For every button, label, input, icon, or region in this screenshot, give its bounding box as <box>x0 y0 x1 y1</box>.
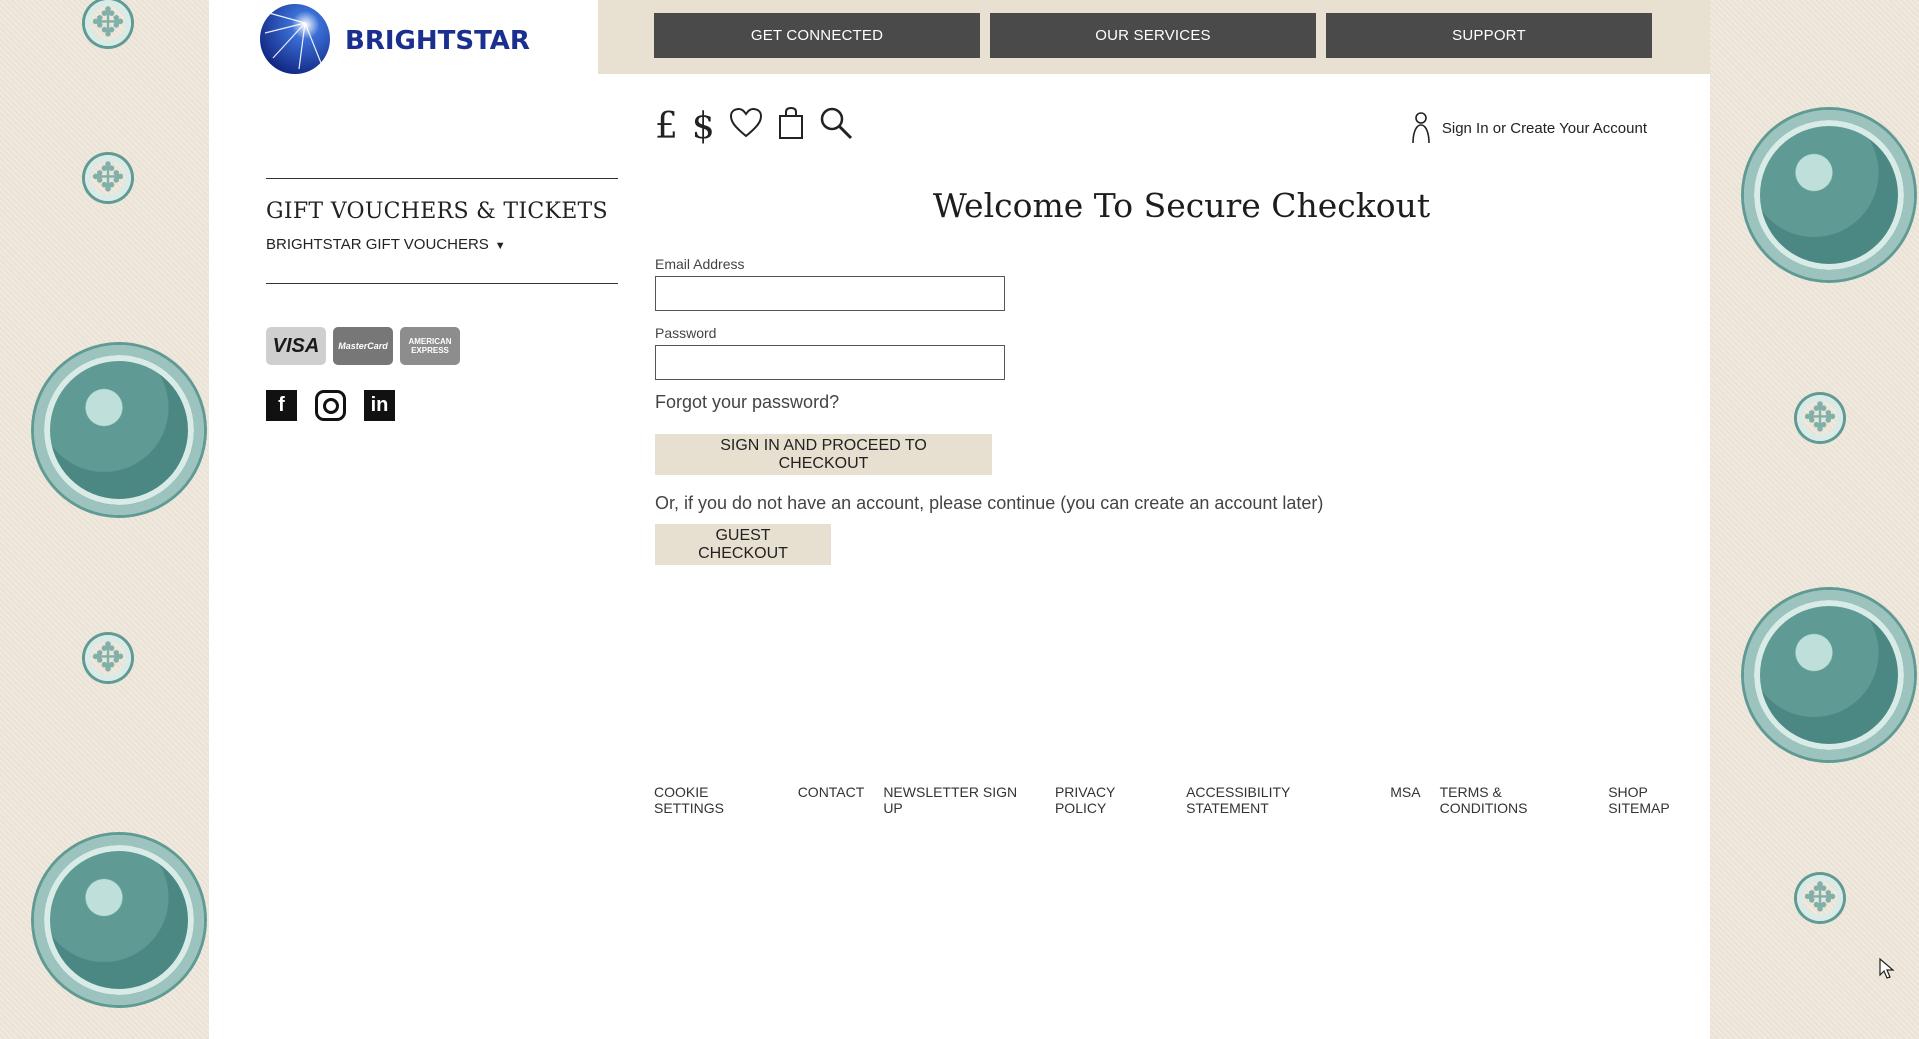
utility-icons: £ $ <box>655 106 853 147</box>
footer-link-cookie-settings[interactable]: COOKIE SETTINGS <box>654 784 779 816</box>
page-title: Welcome To Secure Checkout <box>932 186 1431 225</box>
nav-get-connected[interactable]: GET CONNECTED <box>654 13 980 58</box>
footer-link-privacy[interactable]: PRIVACY POLICY <box>1055 784 1167 816</box>
ornament-small <box>1797 875 1843 921</box>
payment-cards: VISA MasterCard AMERICAN EXPRESS <box>266 327 460 365</box>
footer-link-sitemap[interactable]: SHOP SITEMAP <box>1608 784 1710 816</box>
nav-our-services[interactable]: OUR SERVICES <box>990 13 1316 58</box>
user-icon <box>1410 111 1432 145</box>
sidebar-divider <box>266 283 618 284</box>
mouse-cursor-icon <box>1879 957 1895 985</box>
shopping-bag-icon[interactable] <box>777 106 805 147</box>
footer-link-contact[interactable]: CONTACT <box>798 784 865 816</box>
dollar-currency-icon[interactable]: $ <box>692 108 715 145</box>
main-navigation: GET CONNECTED OUR SERVICES SUPPORT <box>654 13 1652 58</box>
email-field[interactable] <box>655 276 1005 311</box>
facebook-icon[interactable]: f <box>266 390 297 421</box>
page-content: BRIGHTSTAR GET CONNECTED OUR SERVICES SU… <box>209 0 1895 1039</box>
nav-support[interactable]: SUPPORT <box>1326 13 1652 58</box>
sidebar-title[interactable]: GIFT VOUCHERS & TICKETS <box>266 199 618 224</box>
social-links: f in <box>266 390 395 421</box>
pound-currency-icon[interactable]: £ <box>655 108 678 145</box>
sidebar: GIFT VOUCHERS & TICKETS BRIGHTSTAR GIFT … <box>266 178 618 284</box>
footer-links: COOKIE SETTINGS CONTACT NEWSLETTER SIGN … <box>654 784 1710 816</box>
wishlist-heart-icon[interactable] <box>729 107 763 146</box>
forgot-password-link[interactable]: Forgot your password? <box>655 392 1323 413</box>
ornament-small <box>85 0 131 46</box>
footer-link-accessibility[interactable]: ACCESSIBILITY STATEMENT <box>1186 784 1371 816</box>
ornament-small <box>85 155 131 201</box>
checkout-login-form: Email Address Password Forgot your passw… <box>655 256 1323 565</box>
ornament-medallion <box>34 835 204 1005</box>
search-icon[interactable] <box>819 106 853 147</box>
ornament-small <box>1797 395 1843 441</box>
linkedin-icon[interactable]: in <box>364 390 395 421</box>
footer-link-terms[interactable]: TERMS & CONDITIONS <box>1440 784 1590 816</box>
footer-link-msa[interactable]: MSA <box>1390 784 1420 816</box>
svg-text:BRIGHTSTAR: BRIGHTSTAR <box>345 26 530 56</box>
ornament-medallion <box>34 345 204 515</box>
sidebar-divider <box>266 178 618 179</box>
signin-checkout-button[interactable]: SIGN IN AND PROCEED TO CHECKOUT <box>655 434 992 475</box>
ornament-medallion <box>1744 590 1914 760</box>
ornament-medallion <box>1744 110 1914 280</box>
ornament-small <box>85 635 131 681</box>
visa-card-icon: VISA <box>266 327 326 365</box>
account-link[interactable]: Sign In or Create Your Account <box>1410 111 1647 145</box>
mastercard-icon: MasterCard <box>333 327 393 365</box>
footer-link-newsletter[interactable]: NEWSLETTER SIGN UP <box>883 784 1036 816</box>
account-label[interactable]: Sign In or Create Your Account <box>1442 120 1647 137</box>
guest-checkout-button[interactable]: GUEST CHECKOUT <box>655 524 831 565</box>
instagram-icon[interactable] <box>315 390 346 421</box>
caret-down-icon: ▼ <box>494 240 506 252</box>
sidebar-item-label: BRIGHTSTAR GIFT VOUCHERS <box>266 236 489 253</box>
email-label: Email Address <box>655 256 745 272</box>
password-label: Password <box>655 325 717 341</box>
password-field[interactable] <box>655 345 1005 380</box>
amex-card-icon: AMERICAN EXPRESS <box>400 327 460 365</box>
guest-info-text: Or, if you do not have an account, pleas… <box>655 493 1324 513</box>
brightstar-logo[interactable]: BRIGHTSTAR <box>259 3 569 75</box>
sidebar-item-gift-vouchers[interactable]: BRIGHTSTAR GIFT VOUCHERS ▼ <box>266 236 618 253</box>
